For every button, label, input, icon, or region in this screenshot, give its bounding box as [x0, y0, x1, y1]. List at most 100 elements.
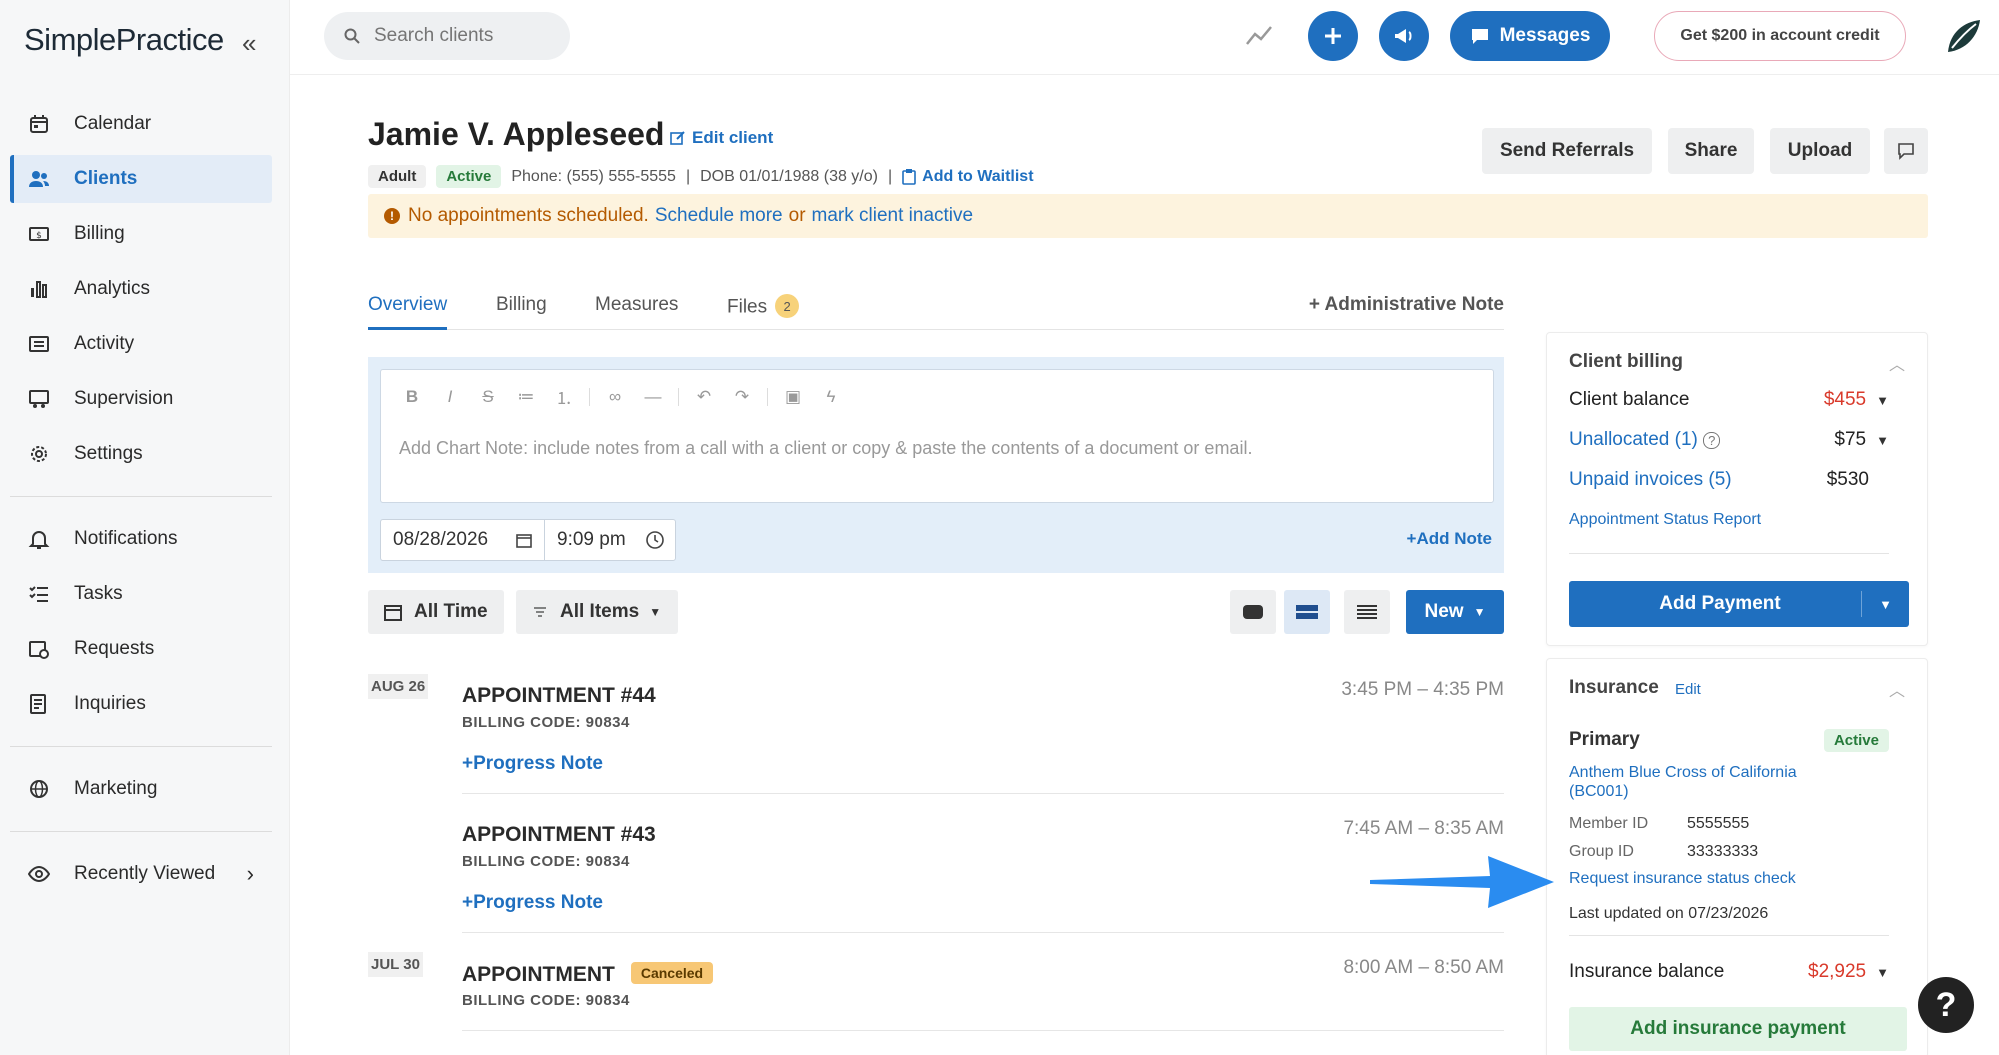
insurance-balance-label: Insurance balance: [1569, 961, 1725, 982]
sidebar-item-tasks[interactable]: Tasks: [10, 570, 272, 618]
comment-button[interactable]: [1884, 128, 1928, 174]
unallocated-link[interactable]: Unallocated (1) ?: [1569, 429, 1721, 451]
unallocated-dropdown[interactable]: $75 ▼: [1834, 429, 1889, 451]
insurance-carrier-link[interactable]: Anthem Blue Cross of California (BC001): [1569, 763, 1839, 801]
share-button[interactable]: Share: [1668, 128, 1754, 174]
insurance-edit-link[interactable]: Edit: [1675, 681, 1701, 698]
lightning-icon[interactable]: ϟ: [818, 387, 844, 407]
add-insurance-payment-button[interactable]: Add insurance payment: [1569, 1007, 1907, 1051]
insurance-balance-dropdown[interactable]: $2,925 ▼: [1808, 961, 1889, 983]
age-tag: Adult: [368, 165, 427, 188]
supervision-icon: [28, 388, 50, 410]
appointment-title[interactable]: APPOINTMENT #44: [462, 684, 656, 708]
unpaid-invoices-link[interactable]: Unpaid invoices (5): [1569, 469, 1732, 491]
sidebar-item-label: Recently Viewed: [74, 863, 216, 884]
announcements-button[interactable]: [1379, 11, 1429, 61]
search-box[interactable]: [324, 12, 570, 60]
sidebar-item-recently-viewed[interactable]: Recently Viewed ›: [10, 850, 272, 898]
search-icon: [344, 28, 360, 44]
caret-down-icon[interactable]: ▼: [1861, 591, 1909, 617]
sidebar-item-billing[interactable]: $ Billing: [10, 210, 272, 258]
globe-icon: [28, 778, 50, 800]
undo-icon[interactable]: ↶: [691, 387, 717, 407]
administrative-note-button[interactable]: + Administrative Note: [1309, 294, 1504, 316]
sidebar-item-calendar[interactable]: Calendar: [10, 100, 272, 148]
help-button[interactable]: ?: [1918, 977, 1974, 1033]
chevron-up-icon[interactable]: ︿: [1889, 677, 1905, 701]
sidebar-item-settings[interactable]: Settings: [10, 430, 272, 478]
numbered-list-icon[interactable]: ⒈: [551, 384, 577, 409]
add-to-waitlist-link[interactable]: Add to Waitlist: [902, 167, 1034, 186]
appointment-title[interactable]: APPOINTMENT #43: [462, 823, 656, 847]
sidebar-item-clients[interactable]: Clients: [10, 155, 272, 203]
progress-note-link[interactable]: +Progress Note: [462, 892, 603, 914]
chart-note-composer: B I S ≔ ⒈ ∞ — ↶ ↷ ▣ ϟ Add Chart Note: in…: [368, 357, 1504, 573]
sidebar-item-supervision[interactable]: Supervision: [10, 375, 272, 423]
warning-icon: !: [384, 208, 400, 224]
meta-separator: |: [685, 167, 691, 185]
mark-inactive-link[interactable]: mark client inactive: [812, 205, 974, 227]
search-input[interactable]: [374, 25, 554, 47]
note-date-value: 08/28/2026: [393, 529, 489, 550]
collapse-sidebar-button[interactable]: «: [242, 28, 256, 59]
tab-measures[interactable]: Measures: [595, 294, 678, 330]
bullet-list-icon[interactable]: ≔: [513, 387, 539, 407]
megaphone-icon: [1395, 29, 1412, 43]
redo-icon[interactable]: ↷: [729, 387, 755, 407]
trend-icon[interactable]: [1244, 20, 1274, 50]
unpaid-invoices-row: Unpaid invoices (5) $530: [1569, 469, 1869, 491]
all-items-filter[interactable]: All Items ▼: [516, 590, 678, 634]
send-referrals-button[interactable]: Send Referrals: [1482, 128, 1652, 174]
appointment-billing-code: BILLING CODE: 90834: [462, 714, 630, 731]
appointment-title[interactable]: APPOINTMENT Canceled: [462, 962, 714, 987]
image-icon[interactable]: ▣: [780, 387, 806, 407]
appointment-divider: [462, 932, 1504, 933]
appointment-status-report-link[interactable]: Appointment Status Report: [1569, 511, 1761, 529]
leaf-icon[interactable]: [1942, 14, 1986, 58]
sidebar-item-requests[interactable]: Requests: [10, 625, 272, 673]
app-logo[interactable]: SimplePractice: [24, 22, 224, 58]
help-circle-icon[interactable]: ?: [1703, 432, 1721, 449]
horizontal-rule-icon[interactable]: —: [640, 387, 666, 407]
caret-down-icon: ▼: [1876, 433, 1889, 448]
waitlist-label: Add to Waitlist: [922, 167, 1034, 185]
all-time-filter[interactable]: All Time: [368, 590, 504, 634]
view-list-button[interactable]: [1344, 590, 1390, 634]
schedule-more-link[interactable]: Schedule more: [655, 205, 783, 227]
tab-overview[interactable]: Overview: [368, 294, 448, 330]
caret-down-icon: ▼: [649, 605, 662, 619]
sidebar-item-inquiries[interactable]: Inquiries: [10, 680, 272, 728]
strikethrough-icon[interactable]: S: [475, 387, 501, 407]
italic-icon[interactable]: I: [437, 387, 463, 407]
sidebar-item-label: Clients: [74, 168, 138, 189]
sidebar-item-activity[interactable]: Activity: [10, 320, 272, 368]
messages-button[interactable]: Messages: [1450, 11, 1610, 61]
upload-button[interactable]: Upload: [1770, 128, 1870, 174]
add-note-button[interactable]: +Add Note: [1407, 529, 1492, 549]
caret-down-icon: ▼: [1876, 965, 1889, 980]
sidebar-item-marketing[interactable]: Marketing: [10, 765, 272, 813]
chart-note-editor[interactable]: B I S ≔ ⒈ ∞ — ↶ ↷ ▣ ϟ Add Chart Note: in…: [380, 369, 1494, 503]
progress-note-link[interactable]: +Progress Note: [462, 753, 603, 775]
chat-icon: [1471, 29, 1488, 44]
note-time-field[interactable]: 9:09 pm: [545, 529, 675, 551]
chevron-up-icon[interactable]: ︿: [1889, 351, 1905, 375]
edit-client-link[interactable]: Edit client: [670, 128, 773, 148]
appointment-time: 8:00 AM – 8:50 AM: [1343, 957, 1504, 978]
add-button[interactable]: [1308, 11, 1358, 61]
tab-files[interactable]: Files 2: [727, 294, 800, 330]
bold-icon[interactable]: B: [399, 387, 425, 407]
account-credit-button[interactable]: Get $200 in account credit: [1654, 11, 1906, 61]
client-balance-dropdown[interactable]: $455 ▼: [1824, 389, 1889, 411]
sidebar-item-analytics[interactable]: Analytics: [10, 265, 272, 313]
view-compact-button[interactable]: [1284, 590, 1330, 634]
note-date-field[interactable]: 08/28/2026: [381, 520, 545, 560]
view-card-button[interactable]: [1230, 590, 1276, 634]
sidebar-item-notifications[interactable]: Notifications: [10, 515, 272, 563]
request-insurance-status-link[interactable]: Request insurance status check: [1569, 870, 1796, 888]
comment-icon: [1898, 143, 1914, 160]
link-icon[interactable]: ∞: [602, 387, 628, 407]
new-button[interactable]: New ▼: [1406, 590, 1504, 634]
tab-billing[interactable]: Billing: [496, 294, 547, 330]
add-payment-button[interactable]: Add Payment ▼: [1569, 581, 1909, 627]
